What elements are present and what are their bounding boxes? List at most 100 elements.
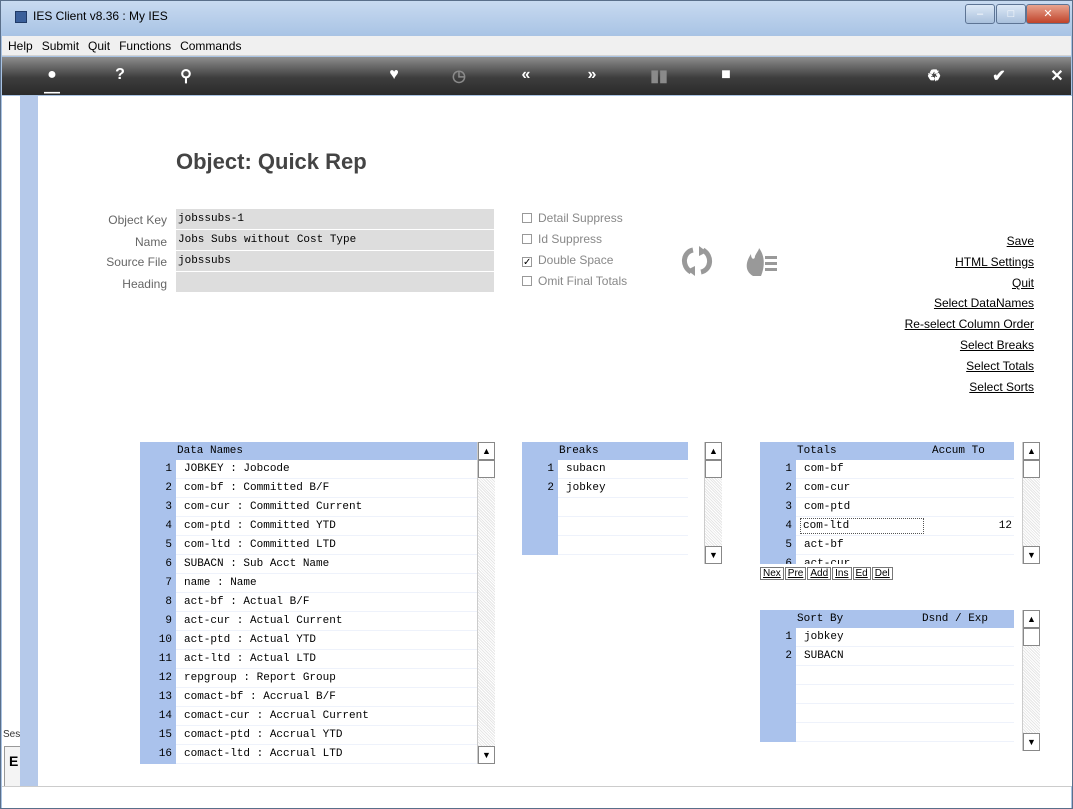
save-link[interactable]: Save — [1007, 234, 1034, 248]
clock-icon[interactable]: ◷ — [447, 66, 471, 86]
add-button[interactable]: Add — [807, 567, 832, 580]
grid-row[interactable]: 1 com-bf — [760, 460, 1014, 479]
grid-row[interactable]: 16 comact-ltd : Accrual LTD — [140, 745, 477, 764]
check-icon[interactable]: ✔ — [987, 66, 1011, 86]
grid-row[interactable]: 7 name : Name — [140, 574, 477, 593]
grid-row[interactable] — [760, 704, 1014, 723]
scroll-thumb[interactable] — [1023, 460, 1040, 478]
row-value: comact-ptd : Accrual YTD — [184, 729, 343, 741]
forward-icon[interactable]: » — [580, 66, 604, 84]
refresh-icon[interactable] — [679, 246, 715, 276]
select-breaks-link[interactable]: Select Breaks — [960, 338, 1034, 352]
edit-button[interactable]: Ed — [852, 567, 871, 580]
grid-row[interactable] — [760, 723, 1014, 742]
grid-row[interactable]: 10 act-ptd : Actual YTD — [140, 631, 477, 650]
grid-row[interactable]: 8 act-bf : Actual B/F — [140, 593, 477, 612]
grid-row[interactable]: 2 com-bf : Committed B/F — [140, 479, 477, 498]
grid-row[interactable]: 15 comact-ptd : Accrual YTD — [140, 726, 477, 745]
breaks-scrollbar[interactable]: ▲ ▼ — [704, 442, 722, 564]
object-key-field[interactable]: jobssubs-1 — [176, 209, 494, 229]
quit-link[interactable]: Quit — [1012, 276, 1034, 290]
grid-row[interactable]: 6 SUBACN : Sub Acct Name — [140, 555, 477, 574]
totals-grid: Totals Accum To 1 com-bf 2 com-cur 3 com-ptd 4… — [760, 442, 1014, 564]
stop-icon[interactable]: ■ — [714, 66, 738, 84]
checkbox-box[interactable] — [522, 234, 532, 244]
grid-row[interactable]: 1 JOBKEY : Jobcode — [140, 460, 477, 479]
totals-scrollbar[interactable]: ▲ ▼ — [1022, 442, 1040, 564]
scroll-down-icon[interactable]: ▼ — [705, 546, 722, 564]
menu-functions[interactable]: Functions — [113, 36, 174, 53]
select-sorts-link[interactable]: Select Sorts — [969, 380, 1034, 394]
grid-row[interactable] — [522, 498, 688, 517]
grid-row[interactable]: 5 com-ltd : Committed LTD — [140, 536, 477, 555]
scroll-up-icon[interactable]: ▲ — [478, 442, 495, 460]
grid-row[interactable]: 12 repgroup : Report Group — [140, 669, 477, 688]
source-file-field[interactable]: jobssubs — [176, 251, 494, 271]
detail-suppress-checkbox[interactable]: Detail Suppress — [522, 211, 623, 225]
heading-field[interactable] — [176, 272, 494, 292]
recycle-icon[interactable]: ♻ — [922, 66, 946, 86]
grid-row[interactable]: 9 act-cur : Actual Current — [140, 612, 477, 631]
back-icon[interactable]: « — [514, 66, 538, 84]
grid-row[interactable]: 13 comact-bf : Accrual B/F — [140, 688, 477, 707]
grid-row[interactable]: 4 com-ltd 12 — [760, 517, 1014, 536]
scroll-up-icon[interactable]: ▲ — [705, 442, 722, 460]
help-icon[interactable]: ? — [108, 66, 132, 84]
previous-button[interactable]: Pre — [784, 567, 807, 580]
scroll-down-icon[interactable]: ▼ — [1023, 546, 1040, 564]
maximize-button[interactable]: □ — [996, 4, 1026, 24]
search-icon[interactable]: ⚲ — [174, 66, 198, 86]
double-space-checkbox[interactable]: ✓ Double Space — [522, 253, 613, 268]
row-number — [760, 685, 796, 704]
grid-row[interactable] — [760, 666, 1014, 685]
select-datanames-link[interactable]: Select DataNames — [934, 296, 1034, 310]
checkbox-box[interactable] — [522, 276, 532, 286]
grid-row[interactable]: 2 SUBACN — [760, 647, 1014, 666]
scroll-up-icon[interactable]: ▲ — [1023, 442, 1040, 460]
grid-row[interactable]: 3 com-ptd — [760, 498, 1014, 517]
menu-help[interactable]: Help — [2, 36, 36, 53]
select-totals-link[interactable]: Select Totals — [966, 359, 1034, 373]
checkbox-box[interactable] — [522, 213, 532, 223]
scroll-thumb[interactable] — [1023, 628, 1040, 646]
grid-row[interactable]: 1 subacn — [522, 460, 688, 479]
data-names-scrollbar[interactable]: ▲ ▼ — [477, 442, 495, 764]
grid-row[interactable]: 3 com-cur : Committed Current — [140, 498, 477, 517]
grid-row[interactable]: 2 jobkey — [522, 479, 688, 498]
grid-row[interactable]: 1 jobkey — [760, 628, 1014, 647]
grid-row[interactable] — [760, 685, 1014, 704]
grid-row[interactable]: 2 com-cur — [760, 479, 1014, 498]
omit-final-totals-checkbox[interactable]: Omit Final Totals — [522, 274, 627, 288]
checkbox-box-checked[interactable]: ✓ — [522, 257, 532, 268]
grid-row[interactable]: 5 act-bf — [760, 536, 1014, 555]
delete-button[interactable]: Del — [871, 567, 893, 580]
insert-button[interactable]: Ins — [832, 567, 852, 580]
grid-row[interactable]: 11 act-ltd : Actual LTD — [140, 650, 477, 669]
minimize-button[interactable]: – — [965, 4, 995, 24]
scroll-down-icon[interactable]: ▼ — [478, 746, 495, 764]
grid-row[interactable] — [522, 536, 688, 555]
menu-submit[interactable]: Submit — [36, 36, 82, 53]
menu-quit[interactable]: Quit — [82, 36, 113, 53]
id-suppress-checkbox[interactable]: Id Suppress — [522, 232, 602, 246]
scroll-up-icon[interactable]: ▲ — [1023, 610, 1040, 628]
menu-commands[interactable]: Commands — [174, 36, 244, 53]
close-form-icon[interactable]: ✕ — [1045, 66, 1069, 86]
close-button[interactable]: ✕ — [1026, 4, 1070, 24]
heart-icon[interactable]: ♥ — [382, 66, 406, 84]
grid-row[interactable]: 6 act-cur — [760, 555, 1014, 564]
name-field[interactable]: Jobs Subs without Cost Type — [176, 230, 494, 250]
sort-scrollbar[interactable]: ▲ ▼ — [1022, 610, 1040, 751]
scroll-thumb[interactable] — [478, 460, 495, 478]
fire-icon[interactable] — [743, 248, 779, 276]
row-value: JOBKEY : Jobcode — [184, 463, 290, 475]
next-button[interactable]: Nex — [760, 567, 784, 580]
scroll-down-icon[interactable]: ▼ — [1023, 733, 1040, 751]
reselect-column-order-link[interactable]: Re-select Column Order — [905, 317, 1034, 331]
html-settings-link[interactable]: HTML Settings — [955, 255, 1034, 269]
grid-row[interactable]: 14 comact-cur : Accrual Current — [140, 707, 477, 726]
scroll-thumb[interactable] — [705, 460, 722, 478]
tools-icon[interactable]: ▮▮ — [647, 66, 671, 86]
grid-row[interactable] — [522, 517, 688, 536]
grid-row[interactable]: 4 com-ptd : Committed YTD — [140, 517, 477, 536]
